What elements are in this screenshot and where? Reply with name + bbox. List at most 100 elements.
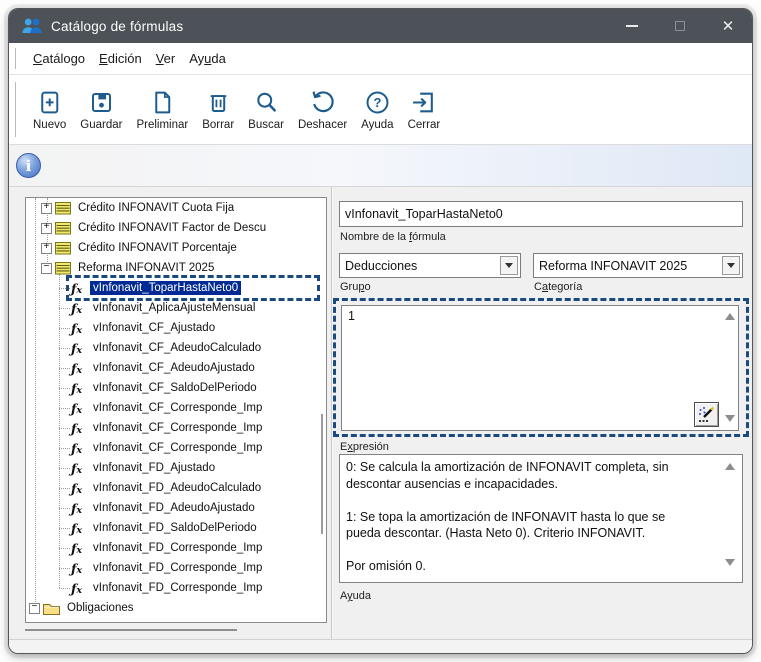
panel-divider [331,187,332,639]
tree-item-label: Obligaciones [64,601,136,615]
tree-item-label: vInfonavit_FD_Ajustado [90,461,218,475]
minimize-button[interactable] [608,9,656,43]
title-bar: Catálogo de fórmulas ✕ [9,9,752,43]
tree-item[interactable]: − Reforma INFONAVIT 2025 [26,258,326,278]
categoria-dropdown-button[interactable] [722,256,740,275]
fx-icon: ƒx [71,501,87,516]
tree-item-label: vInfonavit_CF_Corresponde_Imp [90,441,265,455]
toolbar-button-label: Buscar [248,119,284,131]
tree-expand-toggle[interactable]: + [41,243,52,254]
exit-icon [410,89,437,116]
tree-item[interactable]: +Crédito INFONAVIT Factor de Descu [26,218,326,238]
tree-item[interactable]: ƒxvInfonavit_CF_SaldoDelPeriodo [26,378,326,398]
tree-item[interactable]: ƒxvInfonavit_FD_Corresponde_Imp [26,578,326,598]
categoria-label: Categoría [534,281,582,293]
close-button[interactable]: ✕ [704,9,752,43]
help-scroll-down-icon[interactable] [725,559,735,566]
tree-connector-stub [59,508,70,509]
toolbar-button-nuevo[interactable]: Nuevo [26,75,73,144]
tree-item-label: vInfonavit_CF_AdeudoAjustado [90,361,258,375]
tree-item-selected[interactable]: ƒxvInfonavit_ToparHastaNeto0 [26,278,326,298]
tree-expand-toggle[interactable]: − [41,263,52,274]
menu-item-2[interactable]: Ver [149,47,183,70]
info-icon[interactable]: i [16,153,41,178]
tree-connector-stub [59,368,70,369]
fx-icon: ƒx [71,561,87,576]
tree-item[interactable]: ƒxvInfonavit_FD_SaldoDelPeriodo [26,518,326,538]
tree-item[interactable]: ƒxvInfonavit_FD_Ajustado [26,458,326,478]
toolbar-button-deshacer[interactable]: Deshacer [291,75,354,144]
fx-icon: ƒx [71,421,87,436]
expression-scroll-down-icon[interactable] [725,415,735,422]
toolbar-grip[interactable] [15,82,18,137]
menu-grip[interactable] [15,48,18,70]
tree-item[interactable]: ƒxvInfonavit_AplicaAjusteMensual [26,298,326,318]
fx-icon: ƒx [71,321,87,336]
tree-item[interactable]: ƒxvInfonavit_FD_AdeudoAjustado [26,498,326,518]
toolbar-button-cerrar[interactable]: Cerrar [401,75,448,144]
fx-icon: ƒx [71,581,87,596]
formula-name-input[interactable] [339,201,743,227]
chevron-down-icon [505,263,513,268]
expression-wizard-button[interactable] [694,402,719,427]
maximize-icon [675,21,685,31]
maximize-button[interactable] [656,9,704,43]
help-scroll-up-icon[interactable] [725,463,735,470]
toolbar-button-buscar[interactable]: Buscar [241,75,291,144]
categoria-combobox[interactable]: Reforma INFONAVIT 2025 [533,253,743,278]
fx-icon: ƒx [71,521,87,536]
tree-item-label: Reforma INFONAVIT 2025 [75,261,217,275]
grupo-combobox[interactable]: Deducciones [339,253,521,278]
expression-scroll-up-icon[interactable] [725,313,735,320]
formula-detail-panel: Nombre de la fórmula Deducciones Grupo R… [339,187,743,639]
tree-expand-toggle[interactable]: − [29,603,40,614]
toolbar-button-guardar[interactable]: Guardar [73,75,129,144]
tree-connector-stub [59,408,70,409]
tree-connector-stub [59,548,70,549]
menu-item-0[interactable]: Catálogo [26,47,92,70]
tree-item-label: vInfonavit_FD_AdeudoAjustado [90,501,258,515]
chevron-down-icon [727,263,735,268]
tree-item[interactable]: ƒxvInfonavit_CF_Corresponde_Imp [26,418,326,438]
grupo-dropdown-button[interactable] [500,256,518,275]
tree-expand-toggle[interactable]: + [41,203,52,214]
help-textarea[interactable]: 0: Se calcula la amortización de INFONAV… [339,454,743,583]
tree-item[interactable]: ƒxvInfonavit_CF_AdeudoCalculado [26,338,326,358]
toolbar-button-label: Deshacer [298,119,347,131]
toolbar-button-label: Preliminar [136,119,188,131]
tree-item-label: vInfonavit_FD_Corresponde_Imp [90,561,265,575]
toolbar-button-ayuda[interactable]: ? Ayuda [354,75,400,144]
tree-item[interactable]: ƒxvInfonavit_CF_Ajustado [26,318,326,338]
tree-item[interactable]: ƒxvInfonavit_FD_AdeudoCalculado [26,478,326,498]
tree-item[interactable]: − Obligaciones [26,598,326,618]
tree-item-label: vInfonavit_FD_AdeudoCalculado [90,481,264,495]
svg-text:?: ? [373,95,381,110]
formula-tree[interactable]: +Crédito INFONAVIT Cuota Fija+Crédito IN… [25,197,327,623]
tree-item-label: vInfonavit_CF_Ajustado [90,321,218,335]
tree-horizontal-scrollbar[interactable] [25,629,237,631]
toolbar-button-borrar[interactable]: Borrar [195,75,241,144]
tree-item[interactable]: +Crédito INFONAVIT Porcentaje [26,238,326,258]
fx-icon: ƒx [71,541,87,556]
toolbar-button-preliminar[interactable]: Preliminar [129,75,195,144]
help-label: Ayuda [340,590,371,602]
tree-expand-toggle[interactable]: + [41,223,52,234]
close-icon: ✕ [722,19,735,34]
magic-wand-icon [697,405,716,424]
tree-item[interactable]: ƒxvInfonavit_CF_Corresponde_Imp [26,438,326,458]
tree-item[interactable]: +Crédito INFONAVIT Cuota Fija [26,198,326,218]
menu-item-1[interactable]: Edición [92,47,149,70]
tree-vertical-scrollbar[interactable] [321,414,323,534]
toolbar-button-label: Ayuda [361,119,393,131]
tree-item[interactable]: ƒxvInfonavit_CF_Corresponde_Imp [26,398,326,418]
tree-connector-stub [59,428,70,429]
tree-item-label: vInfonavit_CF_AdeudoCalculado [90,341,264,355]
menu-item-3[interactable]: Ayuda [182,47,233,70]
tree-item[interactable]: ƒxvInfonavit_FD_Corresponde_Imp [26,538,326,558]
grupo-value: Deducciones [340,259,500,273]
expression-textarea[interactable]: 1 [341,305,739,431]
tree-item[interactable]: ƒxvInfonavit_FD_Corresponde_Imp [26,558,326,578]
window-footer [9,639,752,653]
fx-icon: ƒx [71,361,87,376]
tree-item[interactable]: ƒxvInfonavit_CF_AdeudoAjustado [26,358,326,378]
